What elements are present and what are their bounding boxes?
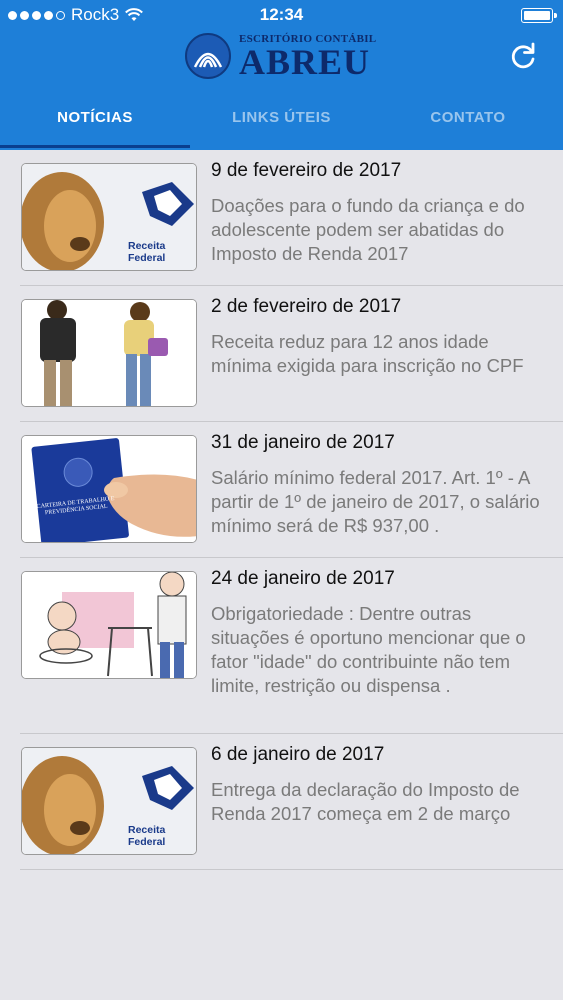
news-list: Receita Federal 9 de fevereiro de 2017 D… [0,150,563,870]
company-logo: ESCRITÓRIO CONTÁBIL ABREU [185,33,376,82]
news-item[interactable]: 2 de fevereiro de 2017 Receita reduz par… [0,286,563,422]
news-date: 24 de janeiro de 2017 [211,568,395,589]
news-thumbnail: CARTEIRA DE TRABALHO E PREVIDÊNCIA SOCIA… [21,435,197,543]
news-item[interactable]: Receita Federal 9 de fevereiro de 2017 D… [0,150,563,286]
news-summary: Obrigatoriedade : Dentre outras situaçõe… [211,603,526,696]
news-item[interactable]: 24 de janeiro de 2017 Obrigatoriedade : … [0,558,563,734]
news-item[interactable]: Receita Federal 6 de janeiro de 2017 Ent… [0,734,563,870]
news-date: 9 de fevereiro de 2017 [211,160,402,181]
tab-noticias[interactable]: NOTÍCIAS [0,95,190,150]
status-time: 12:34 [259,5,304,24]
news-item[interactable]: CARTEIRA DE TRABALHO E PREVIDÊNCIA SOCIA… [0,422,563,558]
news-summary: Salário mínimo federal 2017. Art. 1º - A… [211,467,540,536]
logo-emblem-icon [185,33,231,79]
news-thumbnail: Receita Federal [21,163,197,271]
refresh-icon[interactable] [507,40,539,72]
tab-links-uteis[interactable]: LINKS ÚTEIS [190,95,373,150]
thumb-caption: Receita Federal [128,240,166,264]
news-summary: Receita reduz para 12 anos idade mínima … [211,331,524,376]
logo-title: ABREU [239,42,371,82]
tab-bar: NOTÍCIAS LINKS ÚTEIS CONTATO [0,95,563,150]
tab-contato[interactable]: CONTATO [373,95,563,150]
app-header: Rock3 12:34 ESCRITÓRIO CONTÁBIL ABREU NO… [0,0,563,150]
battery-icon [521,8,557,23]
news-date: 6 de janeiro de 2017 [211,744,385,765]
news-thumbnail: Receita Federal [21,747,197,855]
thumb-caption: Receita Federal [128,824,166,848]
news-thumbnail [21,299,197,407]
news-summary: Doações para o fundo da criança e do ado… [211,195,525,264]
news-date: 31 de janeiro de 2017 [211,432,395,453]
news-thumbnail [21,571,197,679]
news-date: 2 de fevereiro de 2017 [211,296,402,317]
status-bar: Rock3 12:34 [0,0,563,30]
news-summary: Entrega da declaração do Imposto de Rend… [211,779,520,824]
